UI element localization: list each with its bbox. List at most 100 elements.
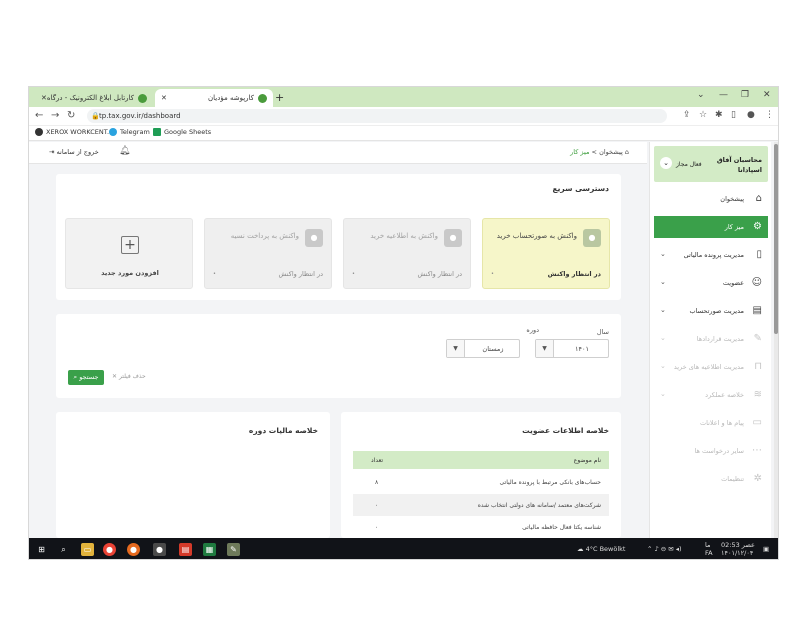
clear-filter-button[interactable]: حذف فیلتر ✕ (112, 373, 146, 380)
chevron-down-icon[interactable]: ⌄ (660, 362, 666, 370)
scrollbar-thumb[interactable] (774, 144, 778, 334)
bookmark-telegram[interactable]: Telegram (109, 128, 150, 136)
close-window-icon[interactable]: ✕ (763, 90, 771, 100)
restore-icon[interactable]: ❐ (741, 90, 749, 100)
bookmark-google-sheets[interactable]: Google Sheets (153, 128, 211, 136)
search-taskbar-icon[interactable]: ⌕ (57, 543, 70, 556)
reload-icon[interactable]: ↻ (67, 110, 75, 121)
day-text: ما (705, 541, 711, 549)
settings-icon: ✲ (753, 473, 762, 484)
bookmark-xerox[interactable]: XEROX WORKCENT... (35, 128, 113, 136)
chevron-down-icon[interactable]: ⌄ (660, 306, 666, 314)
tile-count: • (213, 271, 216, 277)
page-content: خروج از سامانه ⇥ 🔔︎ ⌂ پیشخوان > میز کار … (29, 142, 778, 538)
weather-widget[interactable]: ☁ 4°C Bewölkt (577, 545, 625, 553)
user-box[interactable]: محاسبان آفاق اسپادانا فعال مجاز ⌄ (654, 146, 768, 182)
sidebar-item-chart[interactable]: ≋ خلاصه عملکرد ⌄ (654, 384, 768, 406)
period-select[interactable]: زمستان ▼ (446, 339, 520, 358)
sidebar-item-contract[interactable]: ✎ مدیریت قراردادها ⌄ (654, 328, 768, 350)
browser-tab-taxpayer[interactable]: کارپوشه مؤدیان ✕ (155, 89, 273, 107)
url-input[interactable]: 🔒 tp.tax.gov.ir/dashboard (87, 109, 667, 123)
row-count: ۰ (375, 502, 379, 509)
sidebar-item-label: تنظیمات (721, 475, 744, 483)
clock[interactable]: عصر 02:53 ۱۴۰۱/۱۲/۰۴ (721, 541, 755, 557)
document-icon: ● (583, 229, 601, 247)
chevron-down-icon[interactable]: ⌄ (660, 390, 666, 398)
tile-credit-payment-reaction[interactable]: ● واکنش به پرداخت نسیه در انتظار واکنش • (204, 218, 332, 289)
chevron-down-icon[interactable]: ⌄ (660, 250, 666, 258)
language-indicator[interactable]: ما FA (705, 541, 713, 557)
notification-icon[interactable]: ▣ (763, 545, 769, 553)
document-icon: ● (444, 229, 462, 247)
table-row[interactable]: شناسه یکتا فعال حافظه مالیاتی ۰ (353, 516, 609, 538)
sidebar-item-label: سایر درخواست ها (694, 447, 744, 455)
quick-access-title: دسترسی سریع (552, 184, 609, 193)
forward-icon[interactable]: → (51, 110, 59, 121)
tile-notice-reaction[interactable]: ● واکنش به اطلاعیه خرید در انتظار واکنش … (343, 218, 471, 289)
bell-icon[interactable]: 🔔︎ (119, 146, 130, 156)
tab-close-icon[interactable]: ✕ (41, 94, 47, 102)
add-new-item-label: افزودن مورد جدید (101, 269, 159, 277)
file-explorer-icon[interactable]: ▭ (81, 543, 94, 556)
chrome-icon[interactable]: ● (103, 543, 116, 556)
invoice-icon: ▤ (752, 305, 762, 316)
lock-icon: 🔒 (91, 112, 100, 120)
tab-search-icon[interactable]: ⌄ (697, 90, 705, 100)
table-row[interactable]: شرکت‌های معتمد /سامانه های دولتی انتخاب … (353, 494, 609, 516)
address-bar-row: ← → ↻ 🔒 tp.tax.gov.ir/dashboard ⇪ ☆ ✱ ▯ … (29, 107, 778, 126)
search-icon: ⌕ (73, 373, 78, 381)
sidebar-item-message[interactable]: ▭ پیام ها و اعلانات (654, 412, 768, 434)
tile-invoice-reaction[interactable]: ● واکنش به صورتحساب خرید در انتظار واکنش… (482, 218, 610, 289)
pdf-icon[interactable]: ▤ (179, 543, 192, 556)
sidebar-item-bag[interactable]: ⊓ مدیریت اطلاعیه های خرید ⌄ (654, 356, 768, 378)
tile-status: در انتظار واکنش (417, 270, 462, 278)
profile-avatar-icon[interactable]: ● (747, 110, 755, 120)
desk-icon: ⚙ (753, 221, 762, 232)
document-icon: ● (305, 229, 323, 247)
logout-link[interactable]: خروج از سامانه ⇥ (49, 148, 99, 156)
breadcrumb-home[interactable]: پیشخوان (599, 148, 623, 156)
sidebar-item-desk[interactable]: ⚙ میز کار (654, 216, 768, 238)
extensions-icon[interactable]: ✱ (715, 110, 723, 120)
tab-label: کارپوشه مؤدیان (208, 94, 254, 102)
chrome-active-icon[interactable]: ● (153, 543, 166, 556)
firefox-icon[interactable]: ● (127, 543, 140, 556)
minimize-icon[interactable]: — (719, 90, 728, 100)
sidepanel-icon[interactable]: ▯ (731, 110, 736, 120)
menu-kebab-icon[interactable]: ⋮ (765, 110, 774, 120)
sidebar-item-file[interactable]: ▯ مدیریت پرونده مالیاتی ⌄ (654, 244, 768, 266)
share-icon[interactable]: ⇪ (683, 110, 691, 120)
chevron-down-icon[interactable]: ⌄ (660, 278, 666, 286)
chevron-down-icon[interactable]: ⌄ (660, 334, 666, 342)
home-icon: ⌂ (755, 193, 762, 204)
bookmarks-bar: XEROX WORKCENT... Telegram Google Sheets (29, 126, 778, 141)
close-icon: ✕ (112, 373, 118, 380)
chevron-down-icon[interactable]: ⌄ (660, 157, 672, 169)
add-new-item-tile[interactable]: + افزودن مورد جدید (65, 218, 193, 289)
breadcrumb: ⌂ پیشخوان > میز کار (570, 148, 629, 156)
sidebar-item-settings[interactable]: ✲ تنظیمات (654, 468, 768, 490)
plus-icon: + (121, 236, 139, 254)
tab-close-icon[interactable]: ✕ (161, 94, 167, 102)
search-button[interactable]: جستجو ⌕ (68, 370, 104, 385)
excel-icon[interactable]: ▦ (203, 543, 216, 556)
date-text: ۱۴۰۱/۱۲/۰۴ (721, 549, 754, 557)
app-icon[interactable]: ✎ (227, 543, 240, 556)
sidebar-item-home[interactable]: ⌂ پیشخوان (654, 188, 768, 210)
table-row[interactable]: حساب‌های بانکی مرتبط با پرونده مالیاتی ۸ (353, 471, 609, 493)
windows-start-icon[interactable]: ⊞ (35, 543, 48, 556)
telegram-icon (109, 128, 117, 136)
new-tab-button[interactable]: + (275, 91, 284, 104)
year-select[interactable]: ۱۴۰۱ ▼ (535, 339, 609, 358)
tile-label: واکنش به صورتحساب خرید (496, 232, 577, 240)
back-icon[interactable]: ← (35, 110, 43, 121)
bookmark-star-icon[interactable]: ☆ (699, 110, 707, 120)
sidebar-item-invoice[interactable]: ▤ مدیریت صورتحساب ⌄ (654, 300, 768, 322)
browser-tab-national-portal[interactable]: کارتابل ابلاغ الکترونیک - درگاه ملی ✕ (35, 89, 153, 107)
sidebar-item-label: مدیریت پرونده مالیاتی (683, 251, 744, 259)
sidebar-item-request[interactable]: ⋯ سایر درخواست ها (654, 440, 768, 462)
sidebar-item-user[interactable]: ☺ عضویت ⌄ (654, 272, 768, 294)
cloud-icon: ☁ (577, 545, 584, 553)
tray-icons[interactable]: ⌃ ♪ ⊖ ✉ ◂) (647, 545, 682, 553)
tile-label: واکنش به پرداخت نسیه (230, 232, 299, 240)
